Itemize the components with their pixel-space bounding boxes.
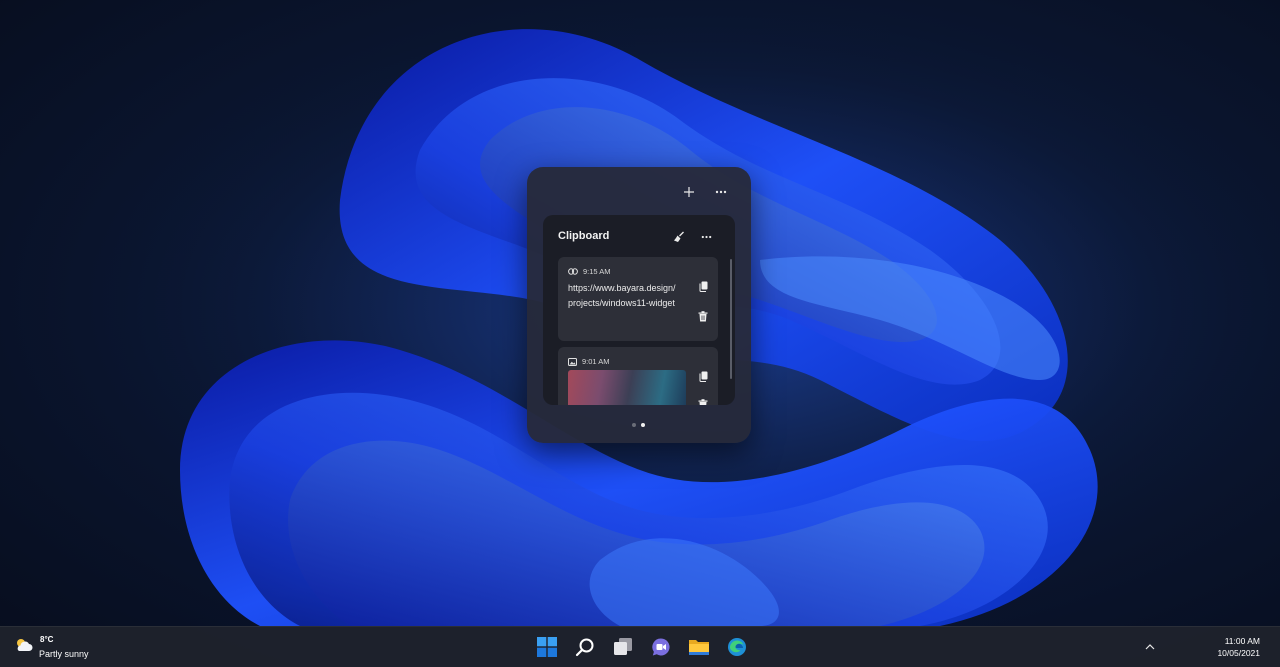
- broom-icon: [674, 231, 684, 242]
- delete-button[interactable]: [696, 309, 710, 323]
- widget-pager: [632, 423, 645, 427]
- clipboard-more-button[interactable]: [696, 227, 716, 247]
- windows-start-icon: [537, 637, 557, 657]
- show-hidden-icons-button[interactable]: [1142, 639, 1158, 655]
- weather-temperature: 8°C: [40, 635, 54, 644]
- image-icon: [568, 357, 577, 366]
- trash-icon: [698, 310, 708, 321]
- search-button[interactable]: [572, 634, 598, 660]
- clip-meta: 9:01 AM: [568, 357, 610, 366]
- file-explorer-button[interactable]: [686, 634, 712, 660]
- taskbar-apps: [534, 634, 750, 660]
- clipboard-list[interactable]: 9:15 AM https://www.bayara.design/ proje…: [558, 257, 718, 405]
- edge-button[interactable]: [724, 634, 750, 660]
- start-button[interactable]: [534, 634, 560, 660]
- clock-time: 11:00 AM: [1224, 636, 1260, 646]
- clip-text: https://www.bayara.design/ projects/wind…: [568, 281, 688, 310]
- trash-icon: [698, 398, 708, 405]
- widget-board: Clipboard 9:15 AM https://www.bayara.des…: [527, 167, 751, 443]
- copy-icon: [699, 371, 707, 382]
- more-horizontal-icon: [715, 190, 727, 194]
- taskbar: 8°C Partly sunny 11:00 AM 10/05/2021: [0, 626, 1280, 667]
- clipboard-scrollbar[interactable]: [730, 259, 732, 379]
- clip-time: 9:01 AM: [582, 357, 610, 366]
- clip-time: 9:15 AM: [583, 267, 611, 276]
- teams-chat-icon: [652, 638, 670, 656]
- clip-text-line: https://www.bayara.design/: [568, 283, 676, 293]
- weather-condition: Partly sunny: [39, 649, 89, 659]
- chat-button[interactable]: [648, 634, 674, 660]
- copy-icon: [699, 281, 707, 292]
- link-icon: [568, 268, 578, 275]
- more-horizontal-icon: [701, 235, 711, 239]
- file-explorer-icon: [689, 640, 709, 655]
- delete-button[interactable]: [696, 397, 710, 405]
- copy-button[interactable]: [696, 279, 710, 293]
- task-view-button[interactable]: [610, 634, 636, 660]
- pager-dot[interactable]: [632, 423, 636, 427]
- clock[interactable]: 11:00 AM 10/05/2021: [1217, 635, 1260, 659]
- edge-icon: [728, 638, 746, 656]
- clip-meta: 9:15 AM: [568, 267, 611, 276]
- copy-button[interactable]: [696, 369, 710, 383]
- widget-title: Clipboard: [558, 230, 610, 242]
- clipboard-widget: Clipboard 9:15 AM https://www.bayara.des…: [543, 215, 735, 405]
- plus-icon: [684, 187, 694, 197]
- clipboard-item-image[interactable]: 9:01 AM: [558, 347, 718, 405]
- search-icon: [575, 638, 594, 657]
- partly-sunny-icon: [17, 639, 33, 651]
- add-widget-button[interactable]: [678, 181, 700, 203]
- clip-text-line: projects/windows11-widget: [568, 297, 675, 308]
- pager-dot-active[interactable]: [641, 423, 645, 427]
- clear-clipboard-button[interactable]: [669, 227, 689, 247]
- clip-image-thumbnail: [568, 370, 686, 405]
- board-more-button[interactable]: [710, 181, 732, 203]
- clock-date: 10/05/2021: [1217, 648, 1260, 658]
- clipboard-item-link[interactable]: 9:15 AM https://www.bayara.design/ proje…: [558, 257, 718, 341]
- task-view-icon: [614, 638, 632, 655]
- chevron-up-icon: [1145, 644, 1155, 650]
